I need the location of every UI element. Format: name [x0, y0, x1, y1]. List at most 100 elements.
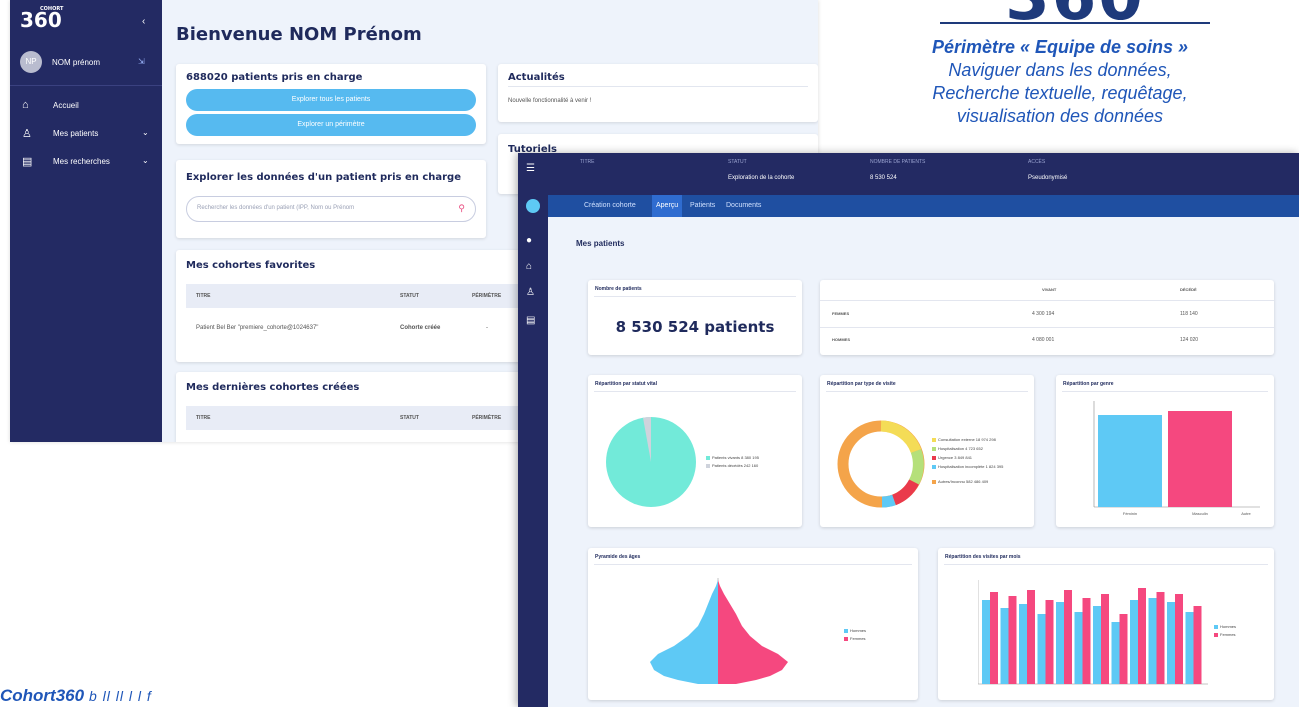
bar-femmes	[1045, 600, 1054, 684]
patient-count-card: Nombre de patients 8 530 524 patients	[588, 280, 802, 355]
bar-hommes	[1056, 602, 1064, 684]
tab-creation-cohorte[interactable]: Création cohorte	[584, 202, 636, 209]
person-icon: ♙	[22, 128, 32, 140]
bar-femmes	[1119, 614, 1128, 684]
bar-hommes	[1037, 614, 1046, 684]
tab-bar: Création cohorte Aperçu Patients Documen…	[548, 195, 1299, 217]
monthly-visits-card: Répartition des visites par mois Hommes …	[938, 548, 1274, 700]
svg-text:Autre: Autre	[1241, 511, 1251, 516]
avatar: NP	[20, 51, 42, 73]
explore-all-patients-button[interactable]: Explorer tous les patients	[186, 89, 476, 111]
bar-hommes	[982, 600, 990, 684]
feature-caption: Périmètre « Equipe de soins » Naviguer d…	[880, 36, 1240, 128]
table-row: HOMMES 4 080 001 124 020	[832, 337, 1199, 343]
visit-type-card: Répartition par type de visite Consultat…	[820, 375, 1034, 527]
search-icon[interactable]: ⚲	[458, 203, 465, 214]
bar-hommes	[1000, 608, 1009, 684]
sidebar-item-accueil[interactable]: ⌂ Accueil	[10, 92, 162, 118]
chart-icon[interactable]: ▤	[526, 315, 535, 326]
news-card: Actualités Nouvelle fonctionnalité à ven…	[498, 64, 818, 122]
app-logo: COHORT 360	[20, 6, 64, 32]
bar-femmes	[1082, 598, 1091, 684]
bar-femmes	[1064, 590, 1072, 684]
vital-status-card: Répartition par statut vital Patients vi…	[588, 375, 802, 527]
vital-status-pie	[606, 416, 696, 507]
svg-text:Masculin: Masculin	[1192, 511, 1208, 516]
legend-alive: Patients vivants 8 380 195	[706, 455, 759, 460]
explore-patient-card: Explorer les données d'un patient pris e…	[176, 160, 486, 238]
legend-autres: Autres/Inconnu 582 486 409	[932, 479, 988, 484]
cohort-info-bar: TITRE STATUT Exploration de la cohorte N…	[548, 153, 1299, 195]
bar-femmes	[1008, 596, 1017, 684]
bar-femmes	[1175, 594, 1183, 684]
bar-femmes	[1193, 606, 1202, 684]
patients-card: 688020 patients pris en charge Explorer …	[176, 64, 486, 144]
bar-hommes	[1074, 612, 1083, 684]
chevron-down-icon: ⌄	[142, 156, 149, 165]
explore-perimeter-button[interactable]: Explorer un périmètre	[186, 114, 476, 136]
age-pyramid-chart	[650, 578, 788, 684]
bar-hommes	[1167, 602, 1175, 684]
person-icon[interactable]: ♙	[526, 287, 535, 298]
legend-hommes: Hommes	[1214, 624, 1236, 629]
sidebar-item-mes-patients[interactable]: ♙ Mes patients ⌄	[10, 120, 162, 146]
bottom-caption: Cohort360 b ll ll l l f	[0, 686, 152, 705]
circle-icon[interactable]: ●	[526, 235, 532, 246]
patient-count-value: 8 530 524 patients	[615, 318, 775, 336]
bar-hommes	[1111, 622, 1120, 684]
logout-icon[interactable]: ⇲	[138, 57, 145, 66]
side-rail: ☰ ● ⌂ ♙ ▤	[518, 153, 548, 707]
bar-femmes	[1027, 590, 1035, 684]
cohort360-logo: 360	[940, 0, 1210, 30]
legend-hommes: Hommes	[844, 628, 866, 633]
sidebar: COHORT 360 ‹ NP NOM prénom ⇲ ⌂ Accueil ♙ …	[10, 0, 162, 442]
legend-femmes: Femmes	[844, 636, 866, 641]
svg-text:Féminin: Féminin	[1123, 511, 1137, 516]
legend-consultation: Consultation externe 18 974 298	[932, 437, 996, 442]
menu-icon[interactable]: ☰	[526, 163, 535, 174]
bar-femmes	[1138, 588, 1146, 684]
home-icon: ⌂	[22, 99, 29, 111]
dashboard-screenshot: ☰ ● ⌂ ♙ ▤ TITRE STATUT Exploration de la…	[518, 153, 1299, 707]
page-title: Bienvenue NOM Prénom	[176, 24, 422, 45]
caption-line-1: Naviguer dans les données,	[948, 60, 1172, 80]
page-title: Mes patients	[576, 239, 625, 248]
patient-search-input[interactable]: Rechercher les données d'un patient (IPP…	[186, 196, 476, 222]
bar-hommes	[1019, 604, 1027, 684]
caption-title: Périmètre « Equipe de soins »	[931, 37, 1189, 57]
tab-apercu[interactable]: Aperçu	[652, 195, 683, 217]
bar-hommes	[1185, 612, 1194, 684]
gender-bar-chart: Féminin Masculin Autre	[1093, 401, 1260, 516]
legend-urgence: Urgence 3 849 841	[932, 455, 972, 460]
user-profile[interactable]: NP NOM prénom ⇲	[10, 48, 162, 86]
legend-hospitalisation: Hospitalisation 4 723 652	[932, 446, 983, 451]
legend-femmes: Femmes	[1214, 632, 1236, 637]
bar-masculin	[1168, 411, 1232, 507]
monthly-visits-chart	[978, 580, 1208, 685]
tab-documents[interactable]: Documents	[726, 202, 761, 209]
bar-feminin	[1098, 415, 1162, 507]
caption-line-2: Recherche textuelle, requêtage,	[932, 83, 1188, 103]
legend-deceased: Patients décédés 242 160	[706, 463, 758, 468]
age-pyramid-card: Pyramide des âges Hommes Femmes	[588, 548, 918, 700]
chevron-down-icon: ⌄	[142, 128, 149, 137]
chart-icon: ▤	[22, 156, 33, 168]
bar-hommes	[1093, 606, 1101, 684]
bar-hommes	[1130, 600, 1138, 684]
tab-patients[interactable]: Patients	[690, 202, 715, 209]
collapse-sidebar-icon[interactable]: ‹	[142, 16, 145, 27]
table-row: FEMMES 4 300 194 118 140	[832, 311, 1198, 317]
home-icon[interactable]: ⌂	[526, 261, 532, 272]
gender-card: Répartition par genre Féminin Masculin A…	[1056, 375, 1274, 527]
user-name: NOM prénom	[52, 58, 101, 67]
bar-hommes	[1148, 598, 1157, 684]
avatar[interactable]	[526, 199, 540, 213]
bar-femmes	[1101, 594, 1109, 684]
caption-line-3: visualisation des données	[956, 106, 1164, 126]
visit-type-donut	[837, 420, 925, 508]
bar-femmes	[1156, 592, 1165, 684]
legend-hospitalisation-incomplete: Hospitalisation incomplète 1 824 395	[932, 464, 1003, 469]
sidebar-item-mes-recherches[interactable]: ▤ Mes recherches ⌄	[10, 148, 162, 174]
gender-vital-table: VIVANT DÉCÉDÉ FEMMES 4 300 194 118 140 H…	[820, 280, 1274, 355]
bar-femmes	[990, 592, 998, 684]
